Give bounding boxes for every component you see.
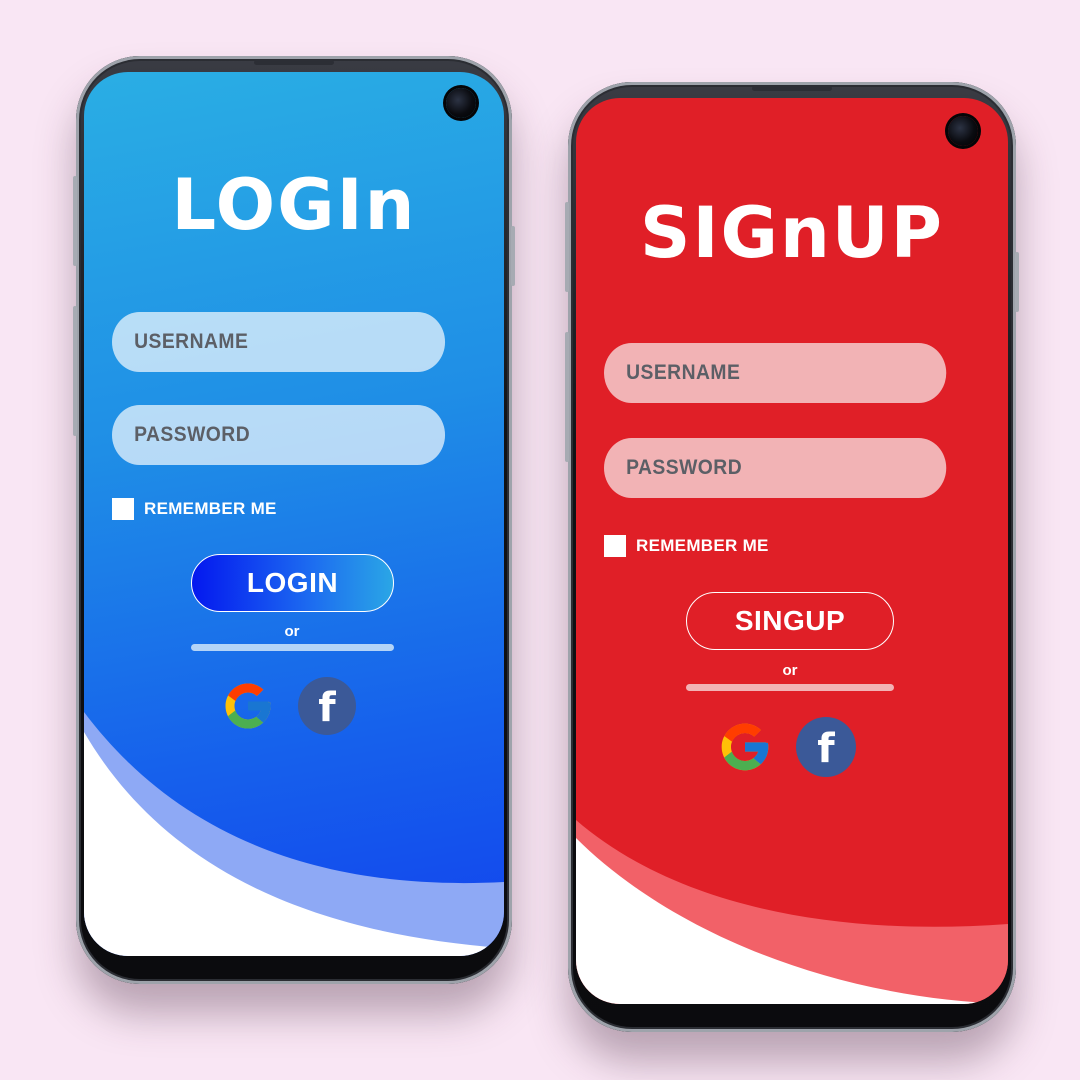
front-camera	[948, 116, 978, 146]
remember-me[interactable]: REMEMBER ME	[604, 535, 769, 557]
facebook-icon: f	[817, 726, 835, 772]
signup-button[interactable]: SINGUP	[686, 592, 894, 650]
phone-side-button	[1015, 252, 1019, 312]
remember-me-label: REMEMBER ME	[144, 499, 277, 518]
google-icon	[721, 723, 769, 771]
phone-side-button	[565, 332, 569, 462]
phone-side-button	[73, 176, 77, 266]
remember-me-label: REMEMBER ME	[636, 536, 769, 555]
google-icon	[225, 683, 271, 729]
remember-me[interactable]: REMEMBER ME	[112, 498, 277, 520]
phone-side-button	[511, 226, 515, 286]
phone-side-button	[565, 202, 569, 292]
login-screen: LOGIn USERNAME PASSWORD REMEMBER ME LOGI…	[84, 72, 504, 956]
google-login-button[interactable]	[219, 677, 277, 735]
divider	[686, 684, 894, 691]
divider	[191, 644, 394, 651]
signup-phone-frame: SIGnUP USERNAME PASSWORD REMEMBER ME SIN…	[565, 82, 1019, 1032]
password-field[interactable]: PASSWORD	[604, 438, 947, 498]
login-phone-frame: LOGIn USERNAME PASSWORD REMEMBER ME LOGI…	[73, 56, 515, 984]
signup-screen: SIGnUP USERNAME PASSWORD REMEMBER ME SIN…	[576, 98, 1008, 1004]
phone-side-button	[73, 306, 77, 436]
facebook-login-button[interactable]: f	[298, 677, 356, 735]
google-signup-button[interactable]	[716, 718, 774, 776]
login-button[interactable]: LOGIN	[191, 554, 394, 612]
page-title: SIGnUP	[640, 192, 944, 274]
remember-me-checkbox[interactable]	[604, 535, 626, 557]
username-field[interactable]: USERNAME	[112, 312, 446, 372]
username-field[interactable]: USERNAME	[604, 343, 947, 403]
phone-speaker	[752, 86, 832, 91]
facebook-signup-button[interactable]: f	[796, 717, 856, 777]
or-label: or	[782, 662, 798, 679]
facebook-icon: f	[318, 685, 336, 731]
page-title: LOGIn	[171, 164, 417, 246]
phone-speaker	[254, 60, 334, 65]
or-label: or	[284, 623, 300, 640]
password-field[interactable]: PASSWORD	[112, 405, 446, 465]
front-camera	[446, 88, 476, 118]
remember-me-checkbox[interactable]	[112, 498, 134, 520]
